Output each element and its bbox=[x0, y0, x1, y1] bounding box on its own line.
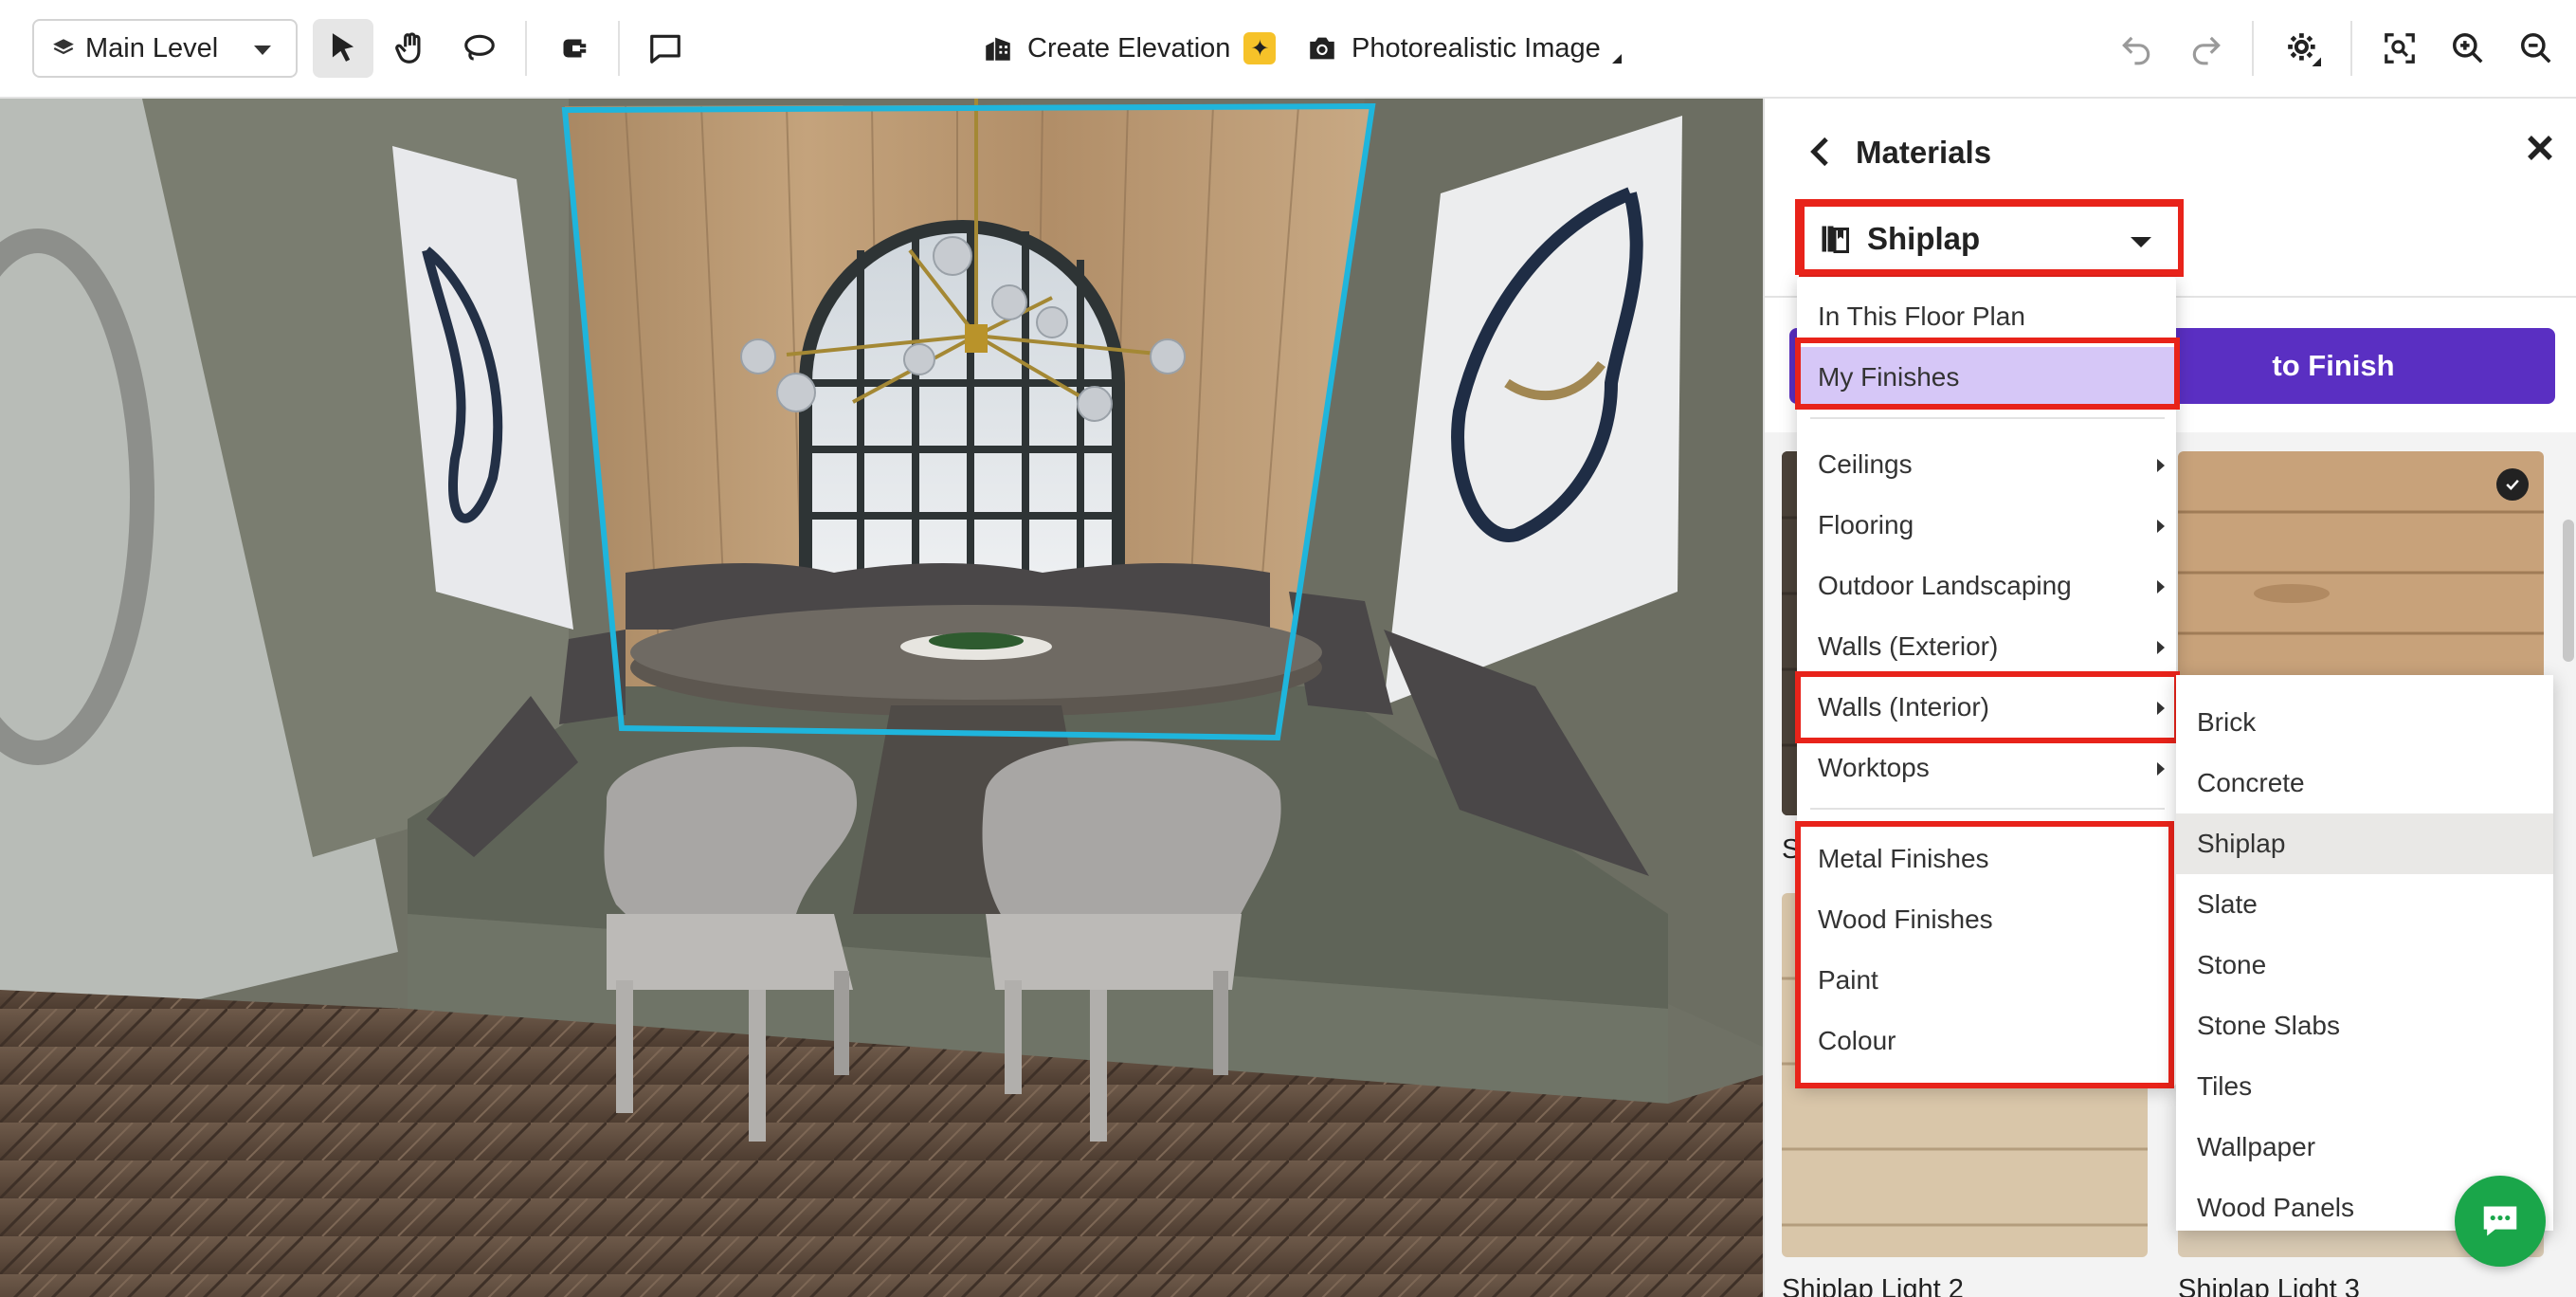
submenu-item-concrete[interactable]: Concrete bbox=[2176, 753, 2553, 813]
submenu-item-label: Stone Slabs bbox=[2197, 1011, 2340, 1040]
photorealistic-image-button[interactable]: Photorealistic Image bbox=[1306, 19, 1622, 78]
ai-sparkle-icon: ✦ bbox=[1243, 32, 1277, 64]
submenu-item-label: Stone bbox=[2197, 950, 2267, 979]
submenu-item-wallpaper[interactable]: Wallpaper bbox=[2176, 1117, 2553, 1178]
highlight-library-select bbox=[1795, 199, 2184, 275]
zoom-in-icon bbox=[2453, 33, 2483, 64]
material-tile-label: Shiplap Light 3 bbox=[2178, 1274, 2360, 1297]
dropdown-item-flooring[interactable]: Flooring bbox=[1797, 495, 2176, 556]
lasso-tool-button[interactable] bbox=[449, 19, 510, 78]
material-tile-label: Shiplap Light 2 bbox=[1782, 1274, 1964, 1297]
zoom-out-icon bbox=[2521, 33, 2551, 64]
chat-support-button[interactable] bbox=[2455, 1176, 2546, 1267]
settings-button[interactable] bbox=[2273, 19, 2333, 78]
submenu-item-stone-slabs[interactable]: Stone Slabs bbox=[2176, 996, 2553, 1056]
pointer-icon bbox=[332, 33, 354, 62]
dropdown-item-label: In This Floor Plan bbox=[1818, 301, 2025, 331]
panel-scrollbar[interactable] bbox=[2563, 520, 2574, 662]
comment-tool-button[interactable] bbox=[635, 19, 696, 78]
undo-button[interactable] bbox=[2106, 19, 2167, 78]
dropdown-item-outdoor-landscaping[interactable]: Outdoor Landscaping bbox=[1797, 556, 2176, 616]
toolbar-divider bbox=[2350, 21, 2352, 76]
comment-icon bbox=[650, 34, 680, 64]
checkmark-icon bbox=[2496, 468, 2529, 501]
dropdown-divider bbox=[1810, 417, 2165, 419]
dropdown-item-label: Outdoor Landscaping bbox=[1818, 571, 2072, 600]
layers-icon bbox=[53, 39, 74, 55]
toolbar-divider bbox=[618, 21, 620, 76]
highlight-walls-interior bbox=[1795, 671, 2180, 743]
submenu-item-slate[interactable]: Slate bbox=[2176, 874, 2553, 935]
room-render bbox=[0, 99, 1763, 1297]
close-icon[interactable] bbox=[2519, 127, 2561, 169]
panel-title: Materials bbox=[1856, 135, 1992, 170]
create-elevation-label: Create Elevation bbox=[1027, 32, 1231, 64]
level-select-label: Main Level bbox=[85, 32, 219, 64]
dropdown-item-walls-exterior[interactable]: Walls (Exterior) bbox=[1797, 616, 2176, 677]
fit-view-button[interactable] bbox=[2369, 19, 2430, 78]
dropdown-divider bbox=[1810, 808, 2165, 810]
submenu-item-label: Wood Panels bbox=[2197, 1193, 2355, 1222]
dropdown-item-worktops[interactable]: Worktops bbox=[1797, 738, 2176, 798]
zoom-out-button[interactable] bbox=[2506, 19, 2567, 78]
lasso-icon bbox=[464, 34, 495, 61]
toolbar-divider bbox=[2252, 21, 2254, 76]
submenu-item-shiplap[interactable]: Shiplap bbox=[2176, 813, 2553, 874]
hand-icon bbox=[395, 32, 421, 64]
walls-interior-submenu: Brick Concrete Shiplap Slate Stone Stone… bbox=[2176, 675, 2553, 1231]
submenu-item-label: Concrete bbox=[2197, 768, 2305, 797]
submenu-item-tiles[interactable]: Tiles bbox=[2176, 1056, 2553, 1117]
top-toolbar: Main Level Create Elevation ✦ Photoreali… bbox=[0, 0, 2576, 99]
chevron-right-icon bbox=[2157, 762, 2165, 776]
chat-bubble-icon bbox=[2483, 1206, 2517, 1236]
submenu-item-stone[interactable]: Stone bbox=[2176, 935, 2553, 996]
back-arrow-icon[interactable] bbox=[1803, 133, 1841, 171]
chevron-right-icon bbox=[2157, 580, 2165, 594]
focus-view-icon bbox=[2385, 33, 2415, 64]
dropdown-item-ceilings[interactable]: Ceilings bbox=[1797, 434, 2176, 495]
panel-header: Materials bbox=[1765, 99, 2576, 203]
level-select[interactable]: Main Level bbox=[32, 19, 298, 78]
redo-button[interactable] bbox=[2176, 19, 2237, 78]
submenu-item-brick[interactable]: Brick bbox=[2176, 692, 2553, 753]
submenu-item-label: Tiles bbox=[2197, 1071, 2253, 1101]
toolbar-divider bbox=[525, 21, 527, 76]
dropdown-item-label: Worktops bbox=[1818, 753, 1930, 782]
dropdown-item-label: Ceilings bbox=[1818, 449, 1913, 479]
chevron-right-icon bbox=[2157, 459, 2165, 472]
dropdown-corner-icon bbox=[1611, 54, 1622, 64]
dropdown-item-label: Walls (Exterior) bbox=[1818, 631, 1999, 661]
pan-tool-button[interactable] bbox=[381, 19, 442, 78]
apply-to-finish-label: to Finish bbox=[2272, 349, 2395, 382]
chevron-right-icon bbox=[2157, 641, 2165, 654]
zoom-in-button[interactable] bbox=[2438, 19, 2498, 78]
elevation-building-icon bbox=[986, 37, 1010, 61]
wall-tool-button[interactable] bbox=[542, 19, 603, 78]
submenu-item-label: Slate bbox=[2197, 889, 2258, 919]
highlight-my-finishes bbox=[1795, 338, 2180, 410]
submenu-item-label: Brick bbox=[2197, 707, 2257, 737]
chevron-right-icon bbox=[2157, 520, 2165, 533]
photorealistic-image-label: Photorealistic Image bbox=[1351, 32, 1601, 64]
select-tool-button[interactable] bbox=[313, 19, 373, 78]
camera-icon bbox=[1310, 37, 1334, 60]
create-elevation-button[interactable]: Create Elevation ✦ bbox=[982, 19, 1277, 78]
submenu-item-label: Wallpaper bbox=[2197, 1132, 2316, 1161]
gear-icon bbox=[2288, 33, 2321, 66]
chevron-down-icon bbox=[254, 46, 271, 55]
dropdown-item-label: Flooring bbox=[1818, 510, 1914, 539]
submenu-item-label: Shiplap bbox=[2197, 829, 2286, 858]
3d-viewport[interactable] bbox=[0, 99, 1763, 1297]
wall-draw-icon bbox=[563, 39, 587, 58]
undo-icon bbox=[2122, 36, 2150, 65]
highlight-finishes-group bbox=[1795, 821, 2174, 1088]
redo-icon bbox=[2192, 36, 2221, 65]
